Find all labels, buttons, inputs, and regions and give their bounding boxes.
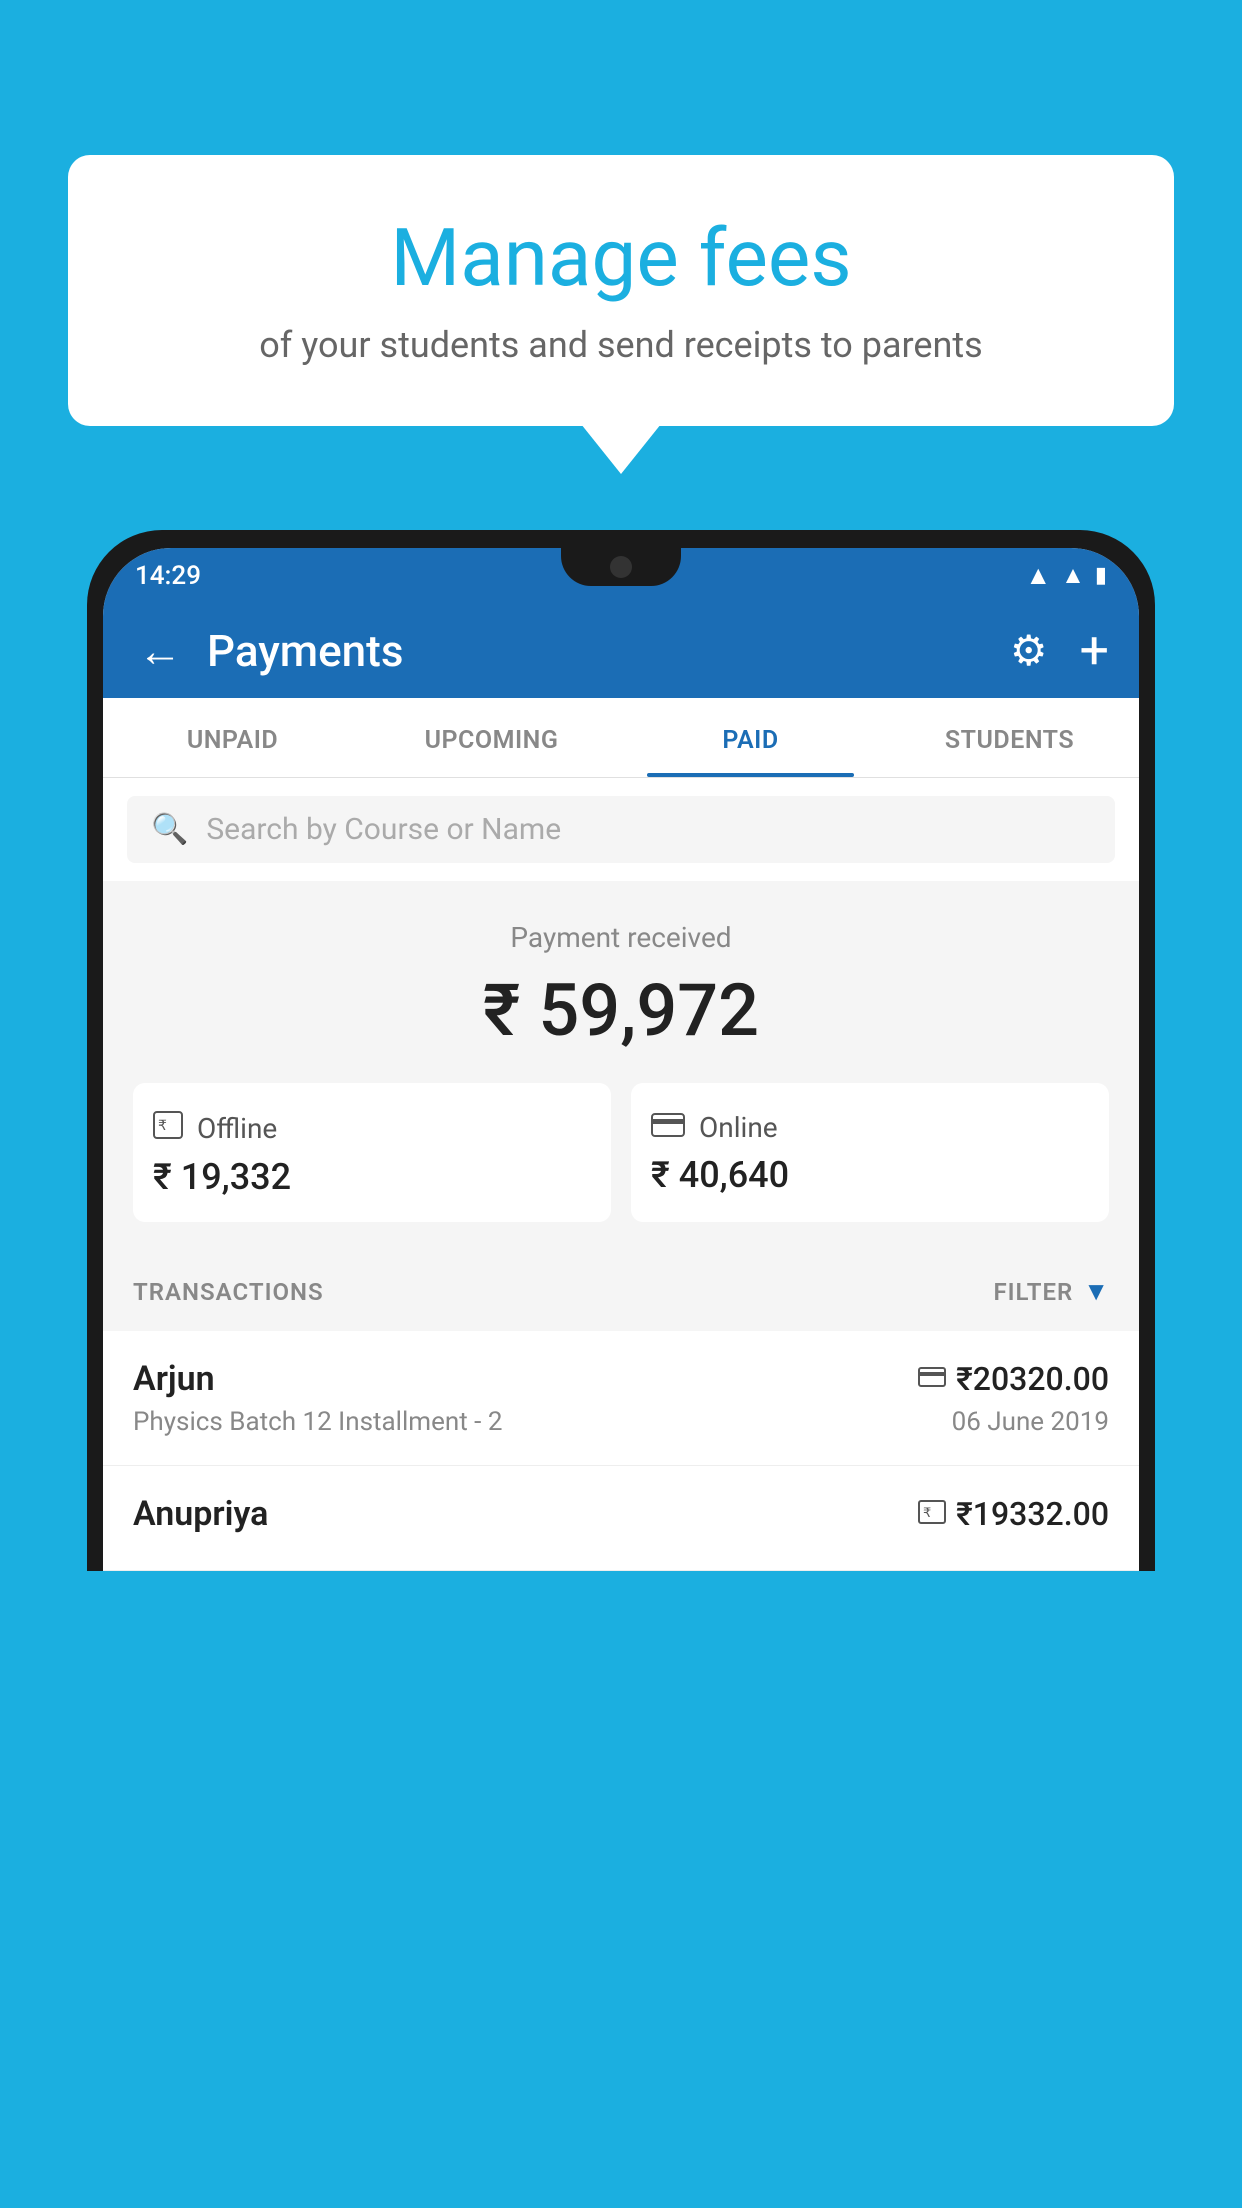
status-time: 14:29 xyxy=(135,561,201,591)
back-button[interactable]: ← xyxy=(133,620,187,682)
payment-summary: Payment received ₹ 59,972 ₹ xyxy=(103,881,1139,1252)
search-input[interactable]: Search by Course or Name xyxy=(206,812,561,847)
status-icons: ▲ ▲ ▮ xyxy=(1025,560,1107,591)
speech-bubble: Manage fees of your students and send re… xyxy=(68,155,1174,426)
add-button[interactable]: + xyxy=(1079,620,1109,681)
offline-card-top: ₹ Offline xyxy=(153,1111,591,1146)
filter-icon: ▼ xyxy=(1083,1276,1109,1307)
offline-label: Offline xyxy=(197,1112,277,1145)
online-card-top: Online xyxy=(651,1111,1089,1144)
online-amount: ₹ 40,640 xyxy=(651,1154,1089,1196)
payment-cards: ₹ Offline ₹ 19,332 xyxy=(133,1083,1109,1222)
transaction-top: Anupriya ₹ ₹19332.00 xyxy=(133,1494,1109,1534)
transaction-row[interactable]: Anupriya ₹ ₹19332.00 xyxy=(103,1466,1139,1571)
payment-received-label: Payment received xyxy=(133,921,1109,954)
transactions-label: TRANSACTIONS xyxy=(133,1278,324,1306)
offline-icon: ₹ xyxy=(153,1111,183,1146)
transaction-top: Arjun ₹20320.00 xyxy=(133,1359,1109,1399)
page-title: Payments xyxy=(207,625,990,677)
transaction-amount-container-2: ₹ ₹19332.00 xyxy=(918,1495,1109,1533)
tab-students[interactable]: STUDENTS xyxy=(880,698,1139,777)
transaction-amount: ₹20320.00 xyxy=(956,1360,1109,1398)
search-input-container[interactable]: 🔍 Search by Course or Name xyxy=(127,796,1115,863)
tabs-bar: UNPAID UPCOMING PAID STUDENTS xyxy=(103,698,1139,778)
filter-container[interactable]: FILTER ▼ xyxy=(993,1276,1109,1307)
phone-inner: 14:29 ▲ ▲ ▮ ← Payments ⚙ + UNPAID xyxy=(103,548,1139,1571)
transaction-amount-icon-2: ₹ xyxy=(918,1500,946,1528)
tab-upcoming[interactable]: UPCOMING xyxy=(362,698,621,777)
gear-icon[interactable]: ⚙ xyxy=(1010,626,1048,676)
wifi-icon: ▲ xyxy=(1025,560,1051,591)
signal-icon: ▲ xyxy=(1061,561,1085,590)
transaction-amount-container: ₹20320.00 xyxy=(918,1360,1109,1398)
battery-icon: ▮ xyxy=(1095,563,1107,588)
search-icon: 🔍 xyxy=(151,812,188,847)
transaction-name: Arjun xyxy=(133,1359,215,1399)
transaction-amount-2: ₹19332.00 xyxy=(956,1495,1109,1533)
app-header: ← Payments ⚙ + xyxy=(103,603,1139,698)
offline-card: ₹ Offline ₹ 19,332 xyxy=(133,1083,611,1222)
bubble-title: Manage fees xyxy=(128,210,1114,306)
online-card: Online ₹ 40,640 xyxy=(631,1083,1109,1222)
transaction-course: Physics Batch 12 Installment - 2 xyxy=(133,1407,502,1437)
filter-label: FILTER xyxy=(993,1278,1073,1306)
svg-text:₹: ₹ xyxy=(158,1117,167,1133)
phone-container: 14:29 ▲ ▲ ▮ ← Payments ⚙ + UNPAID xyxy=(87,530,1155,2208)
tab-paid[interactable]: PAID xyxy=(621,698,880,777)
search-bar: 🔍 Search by Course or Name xyxy=(103,778,1139,881)
transaction-row[interactable]: Arjun ₹20320.00 Physics Batch 12 Install… xyxy=(103,1331,1139,1466)
tab-unpaid[interactable]: UNPAID xyxy=(103,698,362,777)
transaction-amount-icon xyxy=(918,1367,946,1391)
online-label: Online xyxy=(699,1111,778,1144)
speech-bubble-container: Manage fees of your students and send re… xyxy=(68,155,1174,426)
phone-frame: 14:29 ▲ ▲ ▮ ← Payments ⚙ + UNPAID xyxy=(87,530,1155,1571)
transaction-bottom: Physics Batch 12 Installment - 2 06 June… xyxy=(133,1407,1109,1437)
transactions-header: TRANSACTIONS FILTER ▼ xyxy=(103,1252,1139,1331)
phone-notch xyxy=(561,548,681,586)
offline-amount: ₹ 19,332 xyxy=(153,1156,591,1198)
svg-text:₹: ₹ xyxy=(923,1505,931,1520)
online-icon xyxy=(651,1111,685,1144)
transaction-name-2: Anupriya xyxy=(133,1494,268,1534)
bubble-subtitle: of your students and send receipts to pa… xyxy=(128,324,1114,366)
payment-amount: ₹ 59,972 xyxy=(133,968,1109,1053)
notch-camera xyxy=(610,556,632,578)
transaction-date: 06 June 2019 xyxy=(952,1407,1109,1437)
